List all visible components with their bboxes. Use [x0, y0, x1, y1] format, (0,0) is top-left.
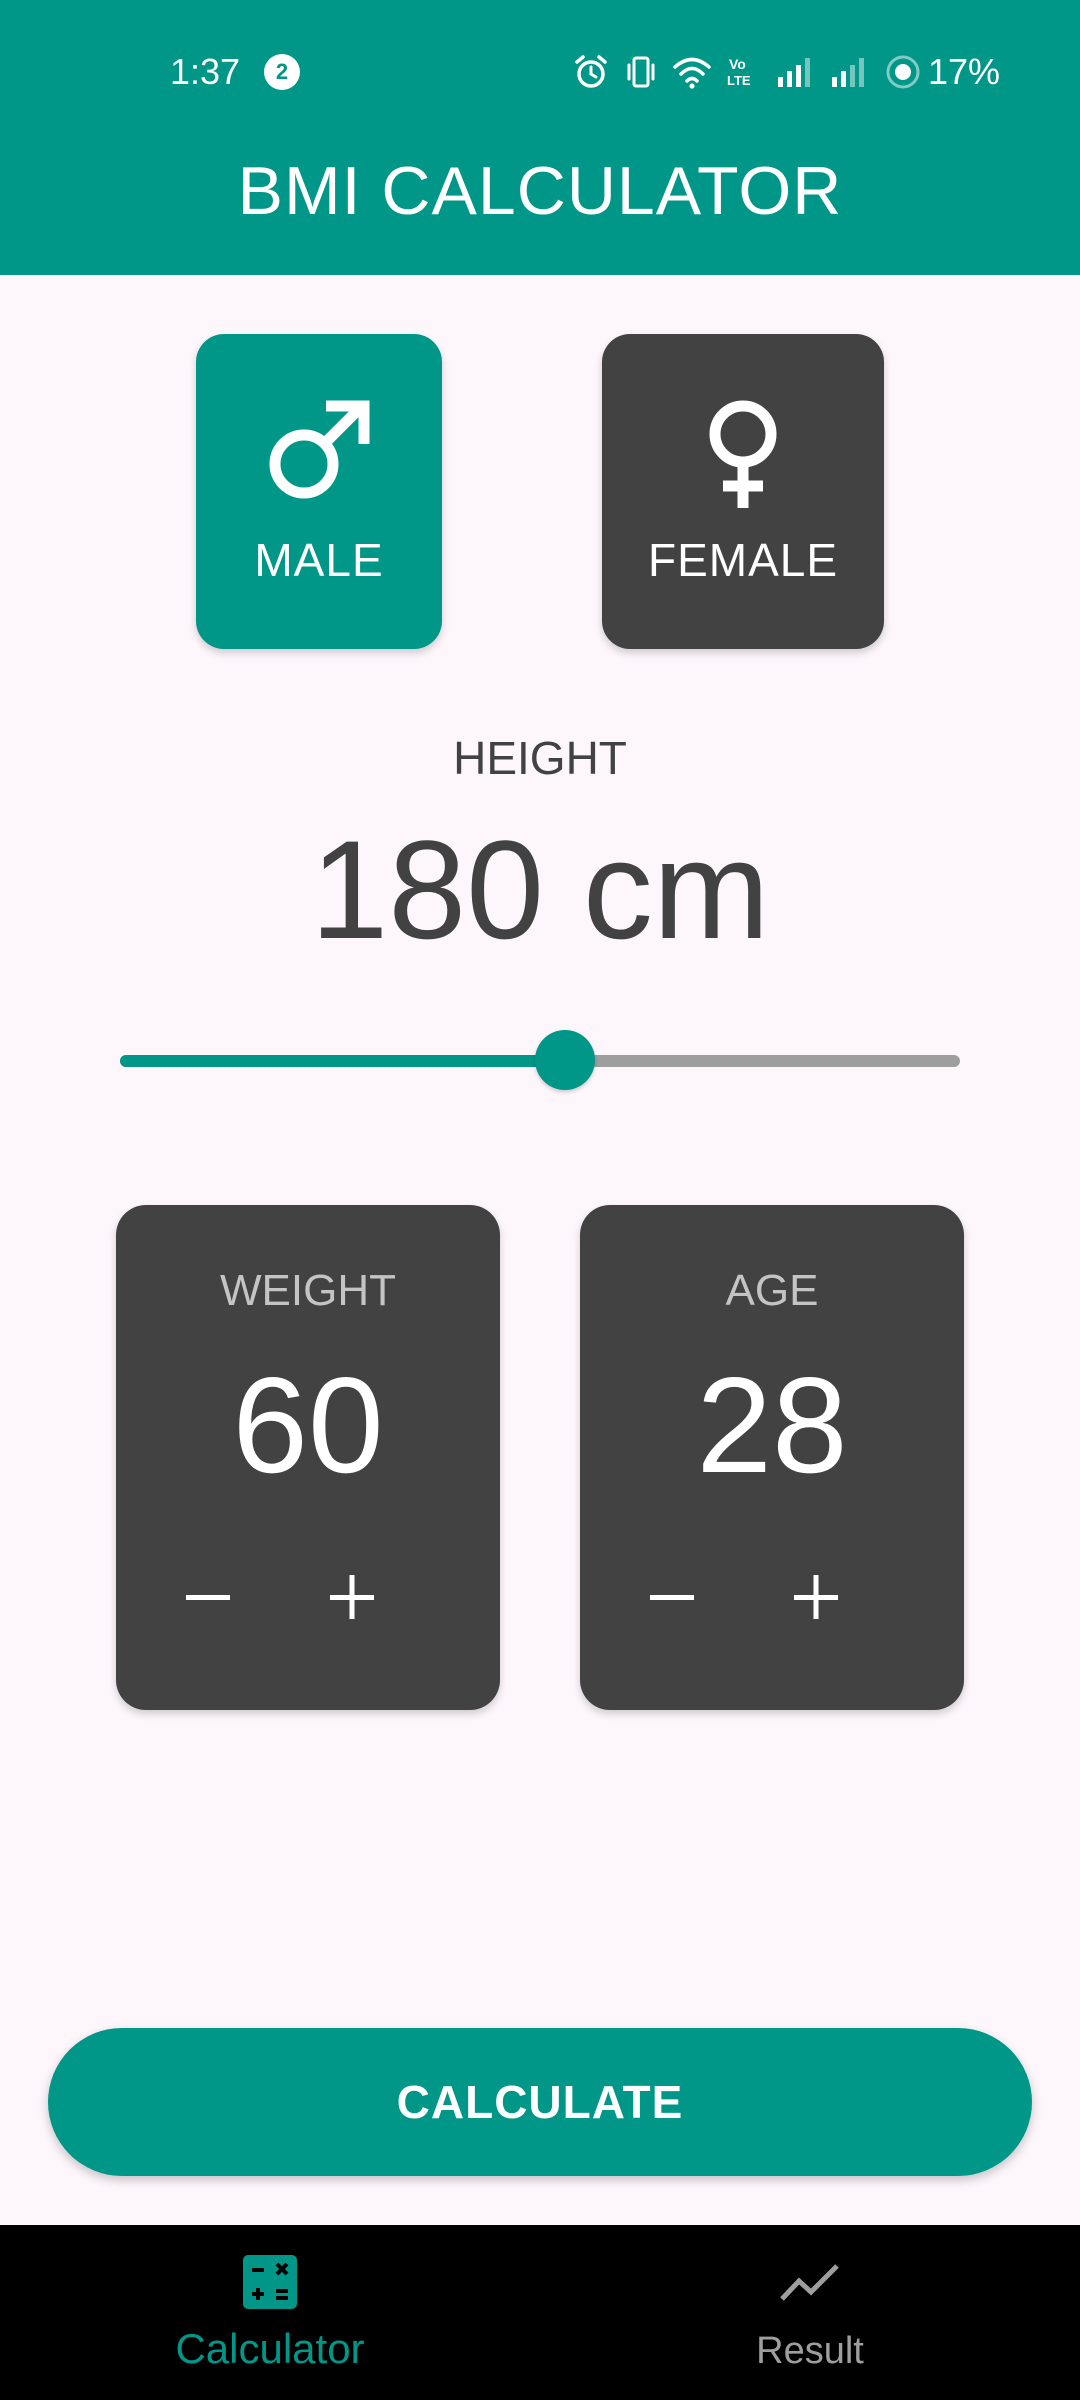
- male-label: MALE: [254, 534, 384, 586]
- battery-ring-icon: [884, 53, 922, 91]
- age-decrement-button[interactable]: [624, 1549, 720, 1645]
- signal-icon: [776, 55, 816, 89]
- wifi-icon: [672, 54, 712, 90]
- age-label: AGE: [725, 1266, 819, 1315]
- height-slider[interactable]: [120, 1030, 960, 1090]
- alarm-icon: [572, 53, 610, 91]
- minus-icon: [650, 1595, 694, 1600]
- nav-item-calculator[interactable]: Calculator: [0, 2225, 540, 2400]
- vibrate-icon: [624, 53, 658, 91]
- age-value: 28: [696, 1349, 848, 1501]
- status-icons: Vo LTE 17%: [572, 48, 1000, 96]
- female-label: FEMALE: [647, 534, 839, 586]
- nav-label-result: Result: [756, 2330, 864, 2372]
- status-bar: 1:37 2 Vo LTE 17%: [0, 0, 1080, 145]
- calculate-button[interactable]: CALCULATE: [48, 2028, 1032, 2176]
- age-increment-button[interactable]: [768, 1549, 864, 1645]
- volte-icon: Vo LTE: [726, 54, 762, 90]
- minus-icon: [186, 1595, 230, 1600]
- plus-icon: [330, 1575, 374, 1619]
- female-symbol-icon: [602, 394, 884, 510]
- male-card[interactable]: MALE: [196, 334, 442, 649]
- status-time: 1:37: [170, 51, 241, 92]
- weight-increment-button[interactable]: [304, 1549, 400, 1645]
- age-card: AGE 28: [580, 1205, 964, 1710]
- slider-active-track: [120, 1055, 565, 1067]
- weight-card: WEIGHT 60: [116, 1205, 500, 1710]
- female-card[interactable]: FEMALE: [602, 334, 884, 649]
- svg-text:Vo: Vo: [729, 56, 746, 72]
- weight-label: WEIGHT: [220, 1266, 396, 1315]
- weight-decrement-button[interactable]: [160, 1549, 256, 1645]
- svg-text:LTE: LTE: [727, 73, 751, 88]
- battery-percent: 17%: [928, 51, 1001, 92]
- notification-badge: 2: [264, 54, 300, 90]
- slider-thumb[interactable]: [535, 1030, 595, 1090]
- calculator-icon: [0, 2253, 540, 2311]
- app-bar: 1:37 2 Vo LTE 17% BMI CALCULATOR: [0, 0, 1080, 275]
- weight-value: 60: [232, 1349, 384, 1501]
- height-label: HEIGHT: [453, 732, 627, 784]
- plus-icon: [794, 1575, 838, 1619]
- bottom-navigation: Calculator Result: [0, 2225, 1080, 2400]
- nav-item-result[interactable]: Result: [540, 2225, 1080, 2400]
- male-symbol-icon: [196, 394, 442, 510]
- page-title: BMI CALCULATOR: [237, 153, 843, 229]
- nav-label-calculator: Calculator: [175, 2325, 365, 2372]
- trending-line-icon: [540, 2261, 1080, 2305]
- signal-icon: [830, 55, 870, 89]
- height-value: 180 cm: [310, 811, 770, 968]
